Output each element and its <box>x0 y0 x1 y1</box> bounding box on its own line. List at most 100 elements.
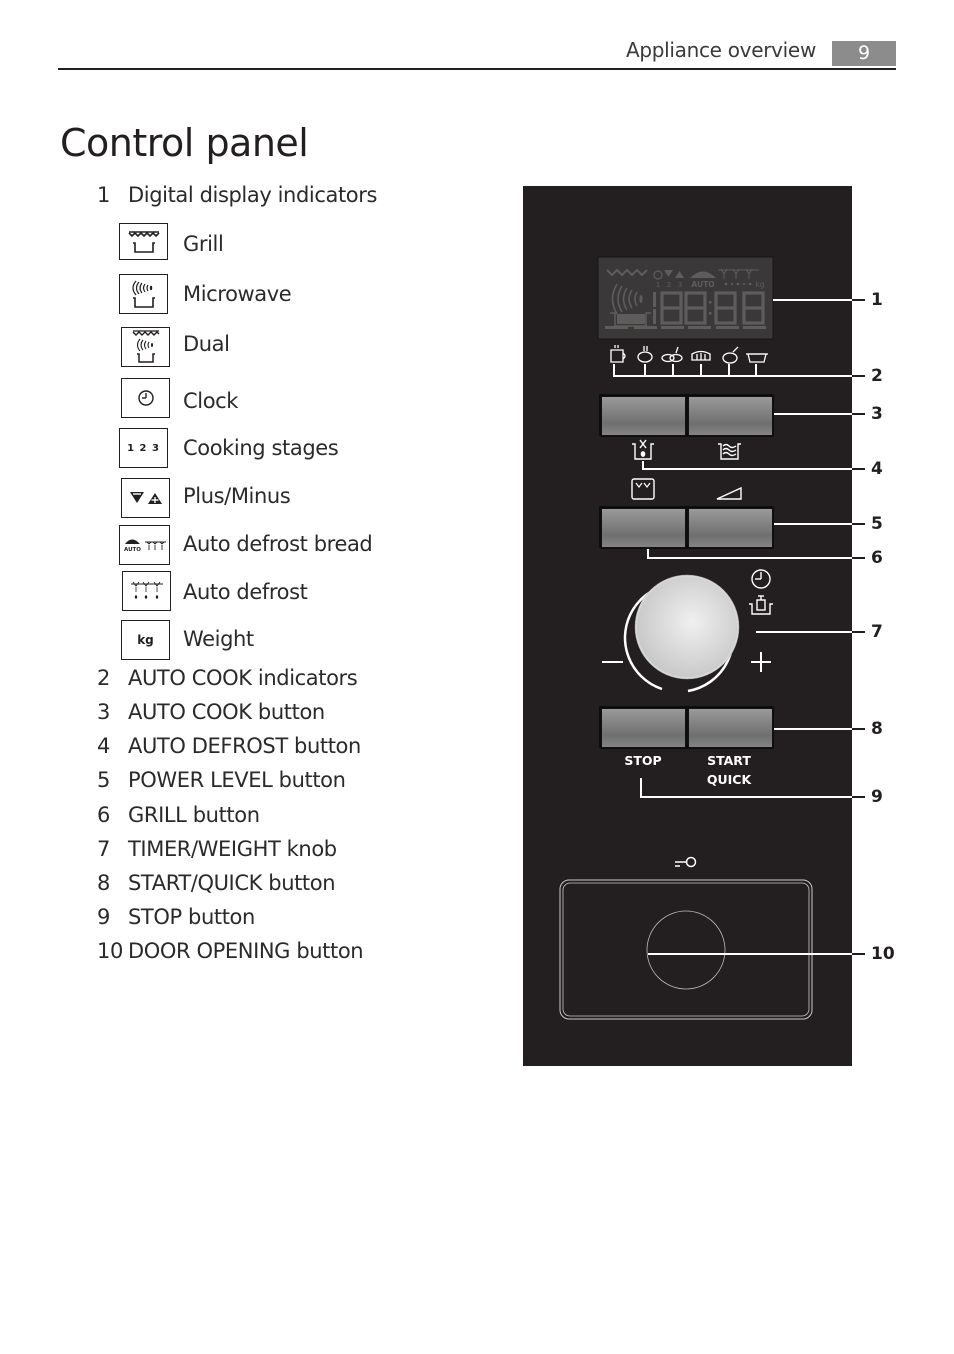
legend-number: 3 <box>97 700 110 724</box>
display-auto-text: AUTO <box>691 280 714 289</box>
timer-weight-knob[interactable] <box>623 574 740 693</box>
legend-item-6: 6 GRILL button <box>97 803 417 831</box>
legend-item-8: 8 START/QUICK button <box>97 871 417 899</box>
svg-text:AUTO: AUTO <box>124 547 141 553</box>
start-quick-button[interactable] <box>688 708 773 748</box>
legend-number: 1 <box>97 183 110 207</box>
callout-ticks <box>852 299 865 955</box>
legend-label: STOP button <box>128 905 255 929</box>
section-title: Appliance overview <box>625 38 816 62</box>
grill-indicator-box <box>119 223 168 260</box>
cooking-stages-icon: 1 2 3 <box>127 442 160 454</box>
legend-number: 9 <box>97 905 110 929</box>
legend-item-1: 1 Digital display indicators <box>97 183 397 211</box>
timer-symbol-icon <box>751 569 771 589</box>
legend-number: 10 <box>97 939 123 963</box>
callout-9: 9 <box>871 787 883 807</box>
plus-minus-icon <box>129 492 162 504</box>
indicator-label-clock: Clock <box>183 389 239 413</box>
start-label: START <box>707 753 751 768</box>
plus-minus-indicator-box <box>121 478 170 518</box>
digital-display: 1 2 3 AUTO kg <box>597 256 774 340</box>
callout-6: 6 <box>871 548 883 568</box>
legend-label: DOOR OPENING button <box>128 939 364 963</box>
button-row-top <box>600 395 774 437</box>
legend-number: 5 <box>97 768 110 792</box>
svg-text:3: 3 <box>678 281 682 289</box>
legend-item-3: 3 AUTO COOK button <box>97 700 417 728</box>
indicator-label-weight: Weight <box>183 627 254 651</box>
indicator-label-auto-defrost: Auto defrost <box>183 580 308 604</box>
potato-icon <box>637 346 653 363</box>
callout-8: 8 <box>871 719 883 739</box>
casserole-icon <box>746 353 768 363</box>
indicator-label-dual: Dual <box>183 332 230 356</box>
page-number: 9 <box>832 41 896 66</box>
auto-defrost-icon <box>130 581 163 599</box>
callout-10: 10 <box>871 944 895 964</box>
page-title: Control panel <box>60 121 309 165</box>
legend-item-5: 5 POWER LEVEL button <box>97 768 417 796</box>
callout-5: 5 <box>871 514 883 534</box>
dual-icon <box>132 330 159 363</box>
stop-button[interactable] <box>601 708 686 748</box>
callout-3: 3 <box>871 404 883 424</box>
panel-graphics: 1 2 3 AUTO kg <box>559 256 852 1020</box>
indicator-label-microwave: Microwave <box>183 282 292 306</box>
callout-2: 2 <box>871 366 883 386</box>
auto-cook-symbol-icon <box>718 443 741 460</box>
cup-icon <box>610 345 626 363</box>
door-opening-area <box>559 856 813 1020</box>
indicator-label-cooking-stages: Cooking stages <box>183 436 339 460</box>
power-level-symbol-icon <box>716 486 742 500</box>
vegetables-icon <box>661 346 683 363</box>
clock-indicator-box <box>121 378 170 418</box>
legend-item-10: 10 DOOR OPENING button <box>97 939 417 967</box>
indicator-label-auto-defrost-bread: Auto defrost bread <box>183 532 373 556</box>
callout-7: 7 <box>871 622 883 642</box>
callout-4: 4 <box>871 459 883 479</box>
power-level-button[interactable] <box>688 508 773 548</box>
weight-symbol-icon <box>749 595 773 615</box>
cooking-stages-indicator-box: 1 2 3 <box>119 428 168 468</box>
auto-cook-button[interactable] <box>688 396 773 436</box>
key-icon <box>675 856 697 868</box>
quick-label: QUICK <box>706 772 752 787</box>
microwave-icon <box>131 280 155 308</box>
legend-number: 4 <box>97 734 110 758</box>
header-divider <box>58 68 896 70</box>
auto-defrost-symbol-icon <box>632 439 654 460</box>
svg-text:2: 2 <box>667 281 671 289</box>
legend-item-9: 9 STOP button <box>97 905 417 933</box>
legend-label: AUTO COOK indicators <box>128 666 358 690</box>
auto-defrost-button[interactable] <box>601 396 686 436</box>
microwave-indicator-box <box>119 274 168 314</box>
stop-label: STOP <box>624 753 662 768</box>
auto-cook-indicators <box>610 345 768 364</box>
legend-number: 7 <box>97 837 110 861</box>
callout-1: 1 <box>871 290 883 310</box>
control-panel-illustration: 1 2 3 AUTO kg STOP START QUICK <box>523 186 852 1066</box>
chicken-icon <box>722 346 739 364</box>
weight-indicator-box: kg <box>121 620 170 660</box>
dual-indicator-box <box>121 327 170 367</box>
auto-defrost-bread-icon: AUTO <box>124 539 166 553</box>
legend-item-2: 2 AUTO COOK indicators <box>97 666 417 694</box>
legend-label: TIMER/WEIGHT knob <box>128 837 337 861</box>
clock-icon <box>137 390 154 406</box>
grill-button[interactable] <box>601 508 686 548</box>
legend-label: Digital display indicators <box>128 183 378 207</box>
legend-label: AUTO DEFROST button <box>128 734 361 758</box>
display-kg-text: kg <box>755 280 764 289</box>
door-opening-button-circle[interactable] <box>646 910 726 990</box>
legend-label: GRILL button <box>128 803 260 827</box>
button-row-middle <box>600 507 774 549</box>
legend-item-4: 4 AUTO DEFROST button <box>97 734 417 762</box>
legend-number: 6 <box>97 803 110 827</box>
grill-icon <box>127 230 160 253</box>
bread-icon <box>691 350 711 361</box>
indicator-label-grill: Grill <box>183 232 224 256</box>
svg-text:1: 1 <box>656 281 660 289</box>
legend-label: AUTO COOK button <box>128 700 325 724</box>
legend-item-7: 7 TIMER/WEIGHT knob <box>97 837 417 865</box>
